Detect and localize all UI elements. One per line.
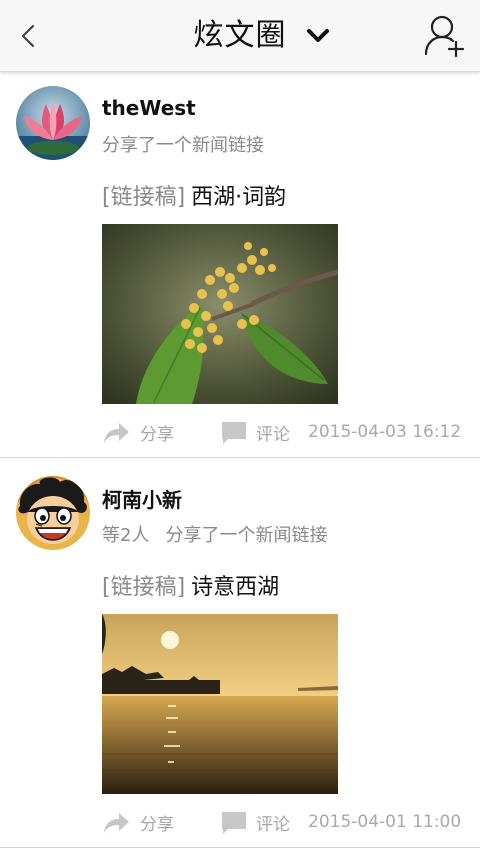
activity-text: 分享了一个新闻链接 — [102, 135, 264, 156]
share-arrow-icon — [104, 423, 129, 443]
title-area: 炫文圈 — [0, 14, 480, 58]
news-headline[interactable]: [链接稿] 诗意西湖 — [102, 569, 279, 601]
share-label: 分享 — [140, 815, 174, 835]
title-dropdown-toggle[interactable] — [306, 27, 330, 45]
headline-text: 诗意西湖 — [191, 575, 280, 600]
comment-label: 评论 — [256, 815, 290, 835]
comment-button[interactable]: 评论 — [220, 418, 296, 448]
cartoon-pirate-avatar-image — [16, 476, 90, 550]
chevron-down-icon — [307, 29, 329, 42]
username[interactable]: theWest — [102, 96, 196, 120]
news-thumbnail[interactable] — [102, 224, 338, 404]
feed-item: 柯南小新 等2人 分享了一个新闻链接 [链接稿] 诗意西湖 分享 评论 2015… — [0, 458, 480, 848]
west-lake-sunset-photo — [102, 614, 338, 794]
activity-text: 分享了一个新闻链接 — [165, 525, 328, 546]
share-arrow-icon — [104, 813, 129, 833]
comment-label: 评论 — [256, 425, 290, 445]
top-bar: 炫文圈 — [0, 0, 480, 72]
link-tag: [链接稿] — [102, 185, 186, 210]
news-thumbnail[interactable] — [102, 614, 338, 794]
feed-item: theWest 分享了一个新闻链接 [链接稿] 西湖·词韵 分享 评论 2015… — [0, 72, 480, 458]
osmanthus-flower-photo — [102, 224, 338, 404]
timestamp: 2015-04-01 11:00 — [308, 812, 462, 832]
share-label: 分享 — [140, 425, 174, 445]
share-button[interactable]: 分享 — [102, 808, 182, 838]
username[interactable]: 柯南小新 — [102, 484, 182, 513]
comment-button[interactable]: 评论 — [220, 808, 296, 838]
link-tag: [链接稿] — [102, 575, 186, 600]
page-title: 炫文圈 — [193, 18, 287, 53]
news-headline[interactable]: [链接稿] 西湖·词韵 — [102, 179, 286, 211]
comment-bubble-icon — [222, 422, 246, 444]
add-user-button[interactable] — [422, 12, 468, 58]
avatar[interactable] — [16, 86, 90, 160]
comment-bubble-icon — [222, 812, 246, 834]
lotus-avatar-image — [16, 86, 90, 160]
avatar[interactable] — [16, 476, 90, 550]
activity-line: 等2人 分享了一个新闻链接 — [102, 521, 327, 547]
share-button[interactable]: 分享 — [102, 418, 182, 448]
add-user-icon — [424, 15, 465, 58]
action-bar: 分享 评论 2015-04-03 16:12 — [102, 418, 462, 448]
headline-text: 西湖·词韵 — [191, 185, 287, 210]
action-bar: 分享 评论 2015-04-01 11:00 — [102, 808, 462, 838]
participants-count[interactable]: 等2人 — [102, 525, 149, 546]
timestamp: 2015-04-03 16:12 — [308, 422, 462, 442]
